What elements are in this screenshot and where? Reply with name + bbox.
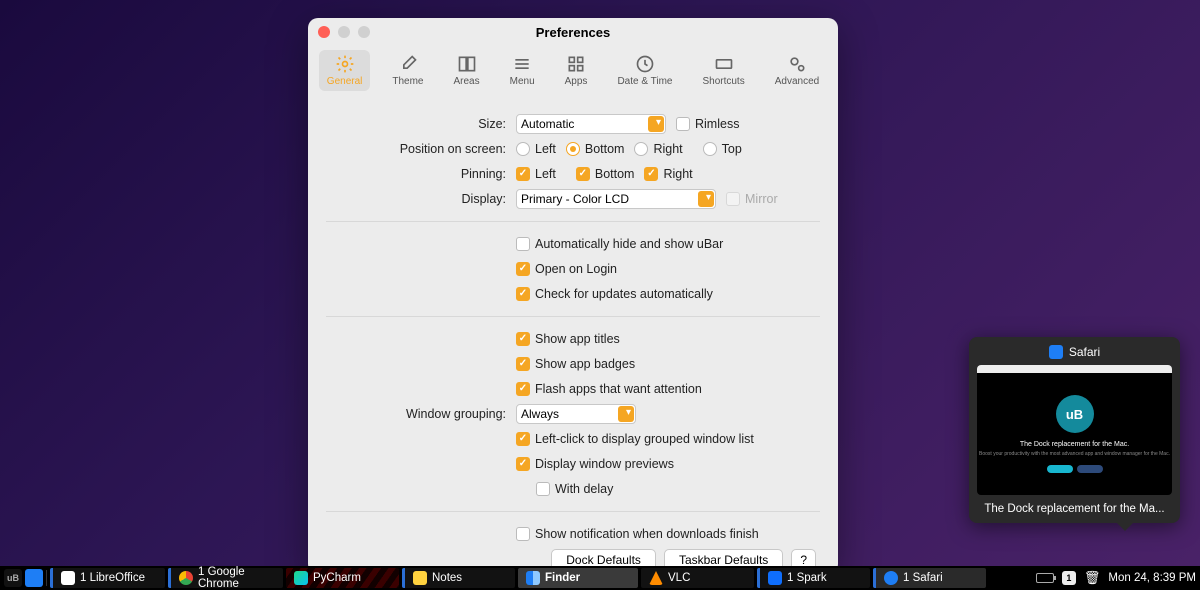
- leftclick-checkbox[interactable]: [516, 432, 530, 446]
- tab-general[interactable]: General: [319, 50, 371, 91]
- taskbar-item-finder[interactable]: Finder: [518, 568, 638, 588]
- flash-checkbox[interactable]: [516, 382, 530, 396]
- grouping-select[interactable]: Always: [516, 404, 636, 424]
- safari-icon: [884, 571, 898, 585]
- traffic-lights: [318, 26, 370, 38]
- tab-advanced[interactable]: Advanced: [767, 50, 827, 91]
- pos-right-radio[interactable]: [634, 142, 648, 156]
- tab-label: General: [327, 76, 363, 87]
- libreoffice-icon: [61, 571, 75, 585]
- divider: [326, 511, 820, 512]
- taskbar-item-safari[interactable]: 1 Safari: [873, 568, 986, 588]
- taskbar-item-notes[interactable]: Notes: [402, 568, 515, 588]
- taskbar-item-vlc[interactable]: VLC: [641, 568, 754, 588]
- tab-datetime[interactable]: Date & Time: [609, 50, 680, 91]
- taskbar-item-pycharm[interactable]: PyCharm: [286, 568, 399, 588]
- tab-menu[interactable]: Menu: [502, 50, 543, 91]
- gears-icon: [787, 54, 807, 74]
- panel-general: Size: Automatic Rimless Position on scre…: [308, 99, 838, 586]
- finder-dock-icon[interactable]: [25, 569, 43, 587]
- pin-right-checkbox[interactable]: [644, 167, 658, 181]
- pin-left-checkbox[interactable]: [516, 167, 530, 181]
- updates-checkbox[interactable]: [516, 287, 530, 301]
- notes-icon: [413, 571, 427, 585]
- size-select[interactable]: Automatic: [516, 114, 666, 134]
- position-label: Position on screen:: [326, 142, 516, 156]
- trash-icon[interactable]: 🗑: [1084, 570, 1101, 586]
- taskbar-item-spark[interactable]: 1 Spark: [757, 568, 870, 588]
- display-select[interactable]: Primary - Color LCD: [516, 189, 716, 209]
- preview-caption: The Dock replacement for the Ma...: [977, 495, 1172, 515]
- tab-shortcuts[interactable]: Shortcuts: [694, 50, 752, 91]
- preferences-window: Preferences General Theme Areas Menu App…: [308, 18, 838, 574]
- spark-icon: [768, 571, 782, 585]
- size-label: Size:: [326, 117, 516, 131]
- toolbar: General Theme Areas Menu Apps Date & Tim…: [308, 46, 838, 99]
- menu-icon: [512, 54, 532, 74]
- divider: [326, 316, 820, 317]
- badges-checkbox[interactable]: [516, 357, 530, 371]
- display-label: Display:: [326, 192, 516, 206]
- rimless-checkbox[interactable]: [676, 117, 690, 131]
- pos-top-radio[interactable]: [703, 142, 717, 156]
- minimize-button[interactable]: [338, 26, 350, 38]
- titles-checkbox[interactable]: [516, 332, 530, 346]
- tab-label: Date & Time: [617, 76, 672, 87]
- taskbar-item-chrome[interactable]: 1 Google Chrome: [168, 568, 283, 588]
- tab-label: Apps: [565, 76, 588, 87]
- ubar-icon[interactable]: uB: [4, 569, 22, 587]
- tab-label: Advanced: [775, 76, 819, 87]
- clock-icon: [635, 54, 655, 74]
- preview-app-name: Safari: [1069, 345, 1100, 359]
- mirror-checkbox: [726, 192, 740, 206]
- delay-checkbox[interactable]: [536, 482, 550, 496]
- pinning-label: Pinning:: [326, 167, 516, 181]
- tab-theme[interactable]: Theme: [384, 50, 431, 91]
- tab-label: Shortcuts: [702, 76, 744, 87]
- zoom-button[interactable]: [358, 26, 370, 38]
- pycharm-icon: [294, 571, 308, 585]
- autohide-checkbox[interactable]: [516, 237, 530, 251]
- grid-icon: [566, 54, 586, 74]
- taskbar-item-libreoffice[interactable]: 1 LibreOffice: [50, 568, 165, 588]
- previews-checkbox[interactable]: [516, 457, 530, 471]
- areas-icon: [457, 54, 477, 74]
- window-preview-tooltip: Safari uB The Dock replacement for the M…: [969, 337, 1180, 523]
- tab-label: Areas: [454, 76, 480, 87]
- tab-apps[interactable]: Apps: [557, 50, 596, 91]
- pos-left-radio[interactable]: [516, 142, 530, 156]
- pin-bottom-checkbox[interactable]: [576, 167, 590, 181]
- keyboard-icon: [714, 54, 734, 74]
- gear-icon: [335, 54, 355, 74]
- tab-label: Theme: [392, 76, 423, 87]
- finder-icon: [526, 571, 540, 585]
- grouping-label: Window grouping:: [326, 407, 516, 421]
- rimless-label: Rimless: [695, 117, 739, 131]
- openlogin-checkbox[interactable]: [516, 262, 530, 276]
- tab-label: Menu: [510, 76, 535, 87]
- clock[interactable]: Mon 24, 8:39 PM: [1108, 572, 1196, 584]
- taskbar: uB 1 LibreOffice 1 Google Chrome PyCharm…: [0, 566, 1200, 590]
- divider: [326, 221, 820, 222]
- desktop-number[interactable]: 1: [1062, 571, 1076, 585]
- safari-icon: [1049, 345, 1063, 359]
- titlebar: Preferences: [308, 18, 838, 46]
- chrome-icon: [179, 571, 193, 585]
- window-title: Preferences: [308, 25, 838, 40]
- notif-checkbox[interactable]: [516, 527, 530, 541]
- pos-bottom-radio[interactable]: [566, 142, 580, 156]
- eyedropper-icon: [398, 54, 418, 74]
- tab-areas[interactable]: Areas: [446, 50, 488, 91]
- preview-thumbnail[interactable]: uB The Dock replacement for the Mac. Boo…: [977, 365, 1172, 495]
- battery-icon[interactable]: [1036, 573, 1054, 583]
- close-button[interactable]: [318, 26, 330, 38]
- taskbar-right: 1 🗑 Mon 24, 8:39 PM: [1036, 570, 1196, 586]
- vlc-icon: [649, 571, 663, 585]
